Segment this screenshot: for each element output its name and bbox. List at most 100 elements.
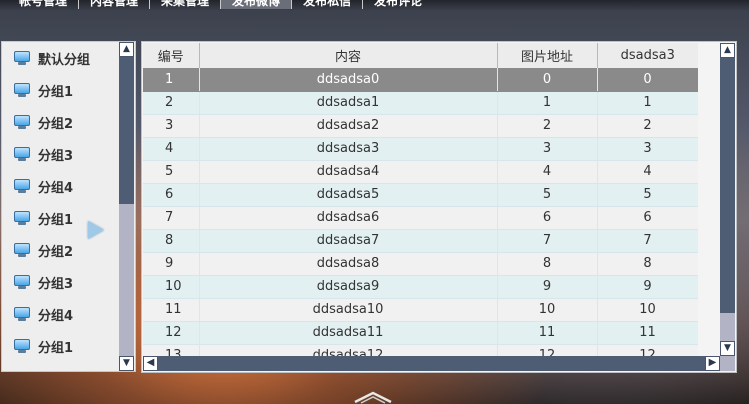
cell-id: 7 — [143, 206, 200, 230]
table-row[interactable]: 10 ddsadsa9 9 9 — [143, 275, 698, 299]
group-item[interactable]: 默认分组 — [2, 42, 118, 74]
scroll-up-arrow-icon[interactable]: ▲ — [720, 43, 735, 58]
nav-item[interactable]: 发布私信 — [292, 0, 364, 9]
cell-content: ddsadsa5 — [199, 183, 498, 207]
group-item[interactable]: 分组1 — [2, 74, 118, 106]
content-grid: 编号 内容 图片地址 dsadsa3 1 ddsadsa0 0 0 2 ddsadsa1 1 1 3 d… — [143, 43, 698, 356]
scrollbar-thumb[interactable] — [119, 57, 134, 204]
cell-dsadsa3: 7 — [597, 229, 698, 253]
scroll-down-arrow-icon[interactable]: ▼ — [119, 356, 134, 371]
cell-dsadsa3: 1 — [597, 91, 698, 115]
table-row[interactable]: 7 ddsadsa6 6 6 — [143, 206, 698, 230]
cell-content: ddsadsa7 — [199, 229, 498, 253]
scroll-left-arrow-icon[interactable]: ◀ — [143, 356, 158, 371]
cell-id: 6 — [143, 183, 200, 207]
group-list-panel: 默认分组 分组1 分组2 分组3 分组4 分组1 分组2 分组3 分组4 分组1 ▲ ▼ — [1, 41, 136, 372]
group-label: 分组3 — [38, 148, 74, 164]
cell-image-url: 4 — [497, 160, 598, 184]
group-item[interactable]: 分组4 — [2, 170, 118, 202]
monitor-icon — [14, 115, 30, 129]
cell-dsadsa3: 12 — [597, 344, 698, 356]
group-label: 分组2 — [38, 116, 74, 132]
cell-image-url: 2 — [497, 114, 598, 138]
group-label: 分组1 — [38, 84, 74, 100]
table-row[interactable]: 8 ddsadsa7 7 7 — [143, 229, 698, 253]
cell-dsadsa3: 11 — [597, 321, 698, 345]
table-row[interactable]: 13 ddsadsa12 12 12 — [143, 344, 698, 356]
grid-horizontal-scrollbar[interactable]: ◀ ▶ — [143, 356, 720, 371]
cell-content: ddsadsa3 — [199, 137, 498, 161]
group-item[interactable]: 分组4 — [2, 298, 118, 330]
cell-id: 4 — [143, 137, 200, 161]
table-row[interactable]: 4 ddsadsa3 3 3 — [143, 137, 698, 161]
nav-item[interactable]: 帐号管理 — [8, 0, 80, 9]
table-row[interactable]: 2 ddsadsa1 1 1 — [143, 91, 698, 115]
nav-menu: 帐号管理 内容管理 采集管理 发布微博 发布私信 发布评论 — [8, 0, 433, 9]
group-item[interactable]: 分组3 — [2, 138, 118, 170]
column-header-content[interactable]: 内容 — [199, 43, 498, 68]
cell-content: ddsadsa4 — [199, 160, 498, 184]
monitor-icon — [14, 275, 30, 289]
cell-content: ddsadsa12 — [199, 344, 498, 356]
cell-dsadsa3: 2 — [597, 114, 698, 138]
nav-item[interactable]: 发布微博 — [221, 0, 293, 9]
group-label: 分组4 — [38, 308, 74, 324]
cell-content: ddsadsa11 — [199, 321, 498, 345]
table-row[interactable]: 1 ddsadsa0 0 0 — [143, 68, 698, 92]
cell-content: ddsadsa10 — [199, 298, 498, 322]
table-header-row: 编号 内容 图片地址 dsadsa3 — [143, 43, 698, 68]
monitor-icon — [14, 243, 30, 257]
scroll-right-arrow-icon[interactable]: ▶ — [705, 356, 720, 371]
group-item[interactable]: 分组2 — [2, 106, 118, 138]
group-label: 分组4 — [38, 180, 74, 196]
table-row[interactable]: 9 ddsadsa8 8 8 — [143, 252, 698, 276]
expand-pointer-icon[interactable] — [88, 221, 104, 239]
cell-image-url: 10 — [497, 298, 598, 322]
group-label: 分组1 — [38, 340, 74, 356]
group-label: 默认分组 — [38, 52, 91, 68]
monitor-icon — [14, 147, 30, 161]
cell-dsadsa3: 6 — [597, 206, 698, 230]
monitor-icon — [14, 83, 30, 97]
cell-id: 13 — [143, 344, 200, 356]
scrollbar-corner — [720, 356, 735, 371]
cell-dsadsa3: 9 — [597, 275, 698, 299]
cell-image-url: 3 — [497, 137, 598, 161]
cell-id: 12 — [143, 321, 200, 345]
table-row[interactable]: 6 ddsadsa5 5 5 — [143, 183, 698, 207]
cell-dsadsa3: 10 — [597, 298, 698, 322]
group-list: 默认分组 分组1 分组2 分组3 分组4 分组1 分组2 分组3 分组4 分组1 — [2, 42, 118, 362]
group-item[interactable]: 分组1 — [2, 330, 118, 362]
table-body: 1 ddsadsa0 0 0 2 ddsadsa1 1 1 3 ddsadsa2 2 2 4 ddsads… — [143, 68, 698, 356]
collapse-chevron-icon[interactable] — [353, 390, 393, 404]
nav-item[interactable]: 采集管理 — [150, 0, 222, 9]
group-label: 分组3 — [38, 276, 74, 292]
group-label: 分组2 — [38, 244, 74, 260]
cell-id: 2 — [143, 91, 200, 115]
cell-image-url: 8 — [497, 252, 598, 276]
top-navigation-bar: 帐号管理 内容管理 采集管理 发布微博 发布私信 发布评论 — [0, 0, 749, 10]
column-header-id[interactable]: 编号 — [143, 43, 200, 68]
cell-dsadsa3: 4 — [597, 160, 698, 184]
cell-image-url: 9 — [497, 275, 598, 299]
group-list-scrollbar[interactable]: ▲ ▼ — [119, 42, 134, 371]
table-row[interactable]: 12 ddsadsa11 11 11 — [143, 321, 698, 345]
scroll-down-arrow-icon[interactable]: ▼ — [720, 341, 735, 356]
group-item[interactable]: 分组3 — [2, 266, 118, 298]
table-row[interactable]: 3 ddsadsa2 2 2 — [143, 114, 698, 138]
table-row[interactable]: 11 ddsadsa10 10 10 — [143, 298, 698, 322]
cell-image-url: 6 — [497, 206, 598, 230]
nav-item[interactable]: 内容管理 — [79, 0, 151, 9]
cell-content: ddsadsa2 — [199, 114, 498, 138]
cell-dsadsa3: 3 — [597, 137, 698, 161]
grid-vertical-scrollbar[interactable]: ▲ ▼ — [720, 43, 735, 356]
cell-id: 9 — [143, 252, 200, 276]
column-header-dsadsa3[interactable]: dsadsa3 — [597, 43, 698, 68]
scroll-up-arrow-icon[interactable]: ▲ — [119, 42, 134, 57]
column-header-image-url[interactable]: 图片地址 — [497, 43, 598, 68]
scrollbar-thumb[interactable] — [720, 58, 735, 313]
nav-item[interactable]: 发布评论 — [363, 0, 433, 9]
table-row[interactable]: 5 ddsadsa4 4 4 — [143, 160, 698, 184]
cell-id: 10 — [143, 275, 200, 299]
monitor-icon — [14, 51, 30, 65]
